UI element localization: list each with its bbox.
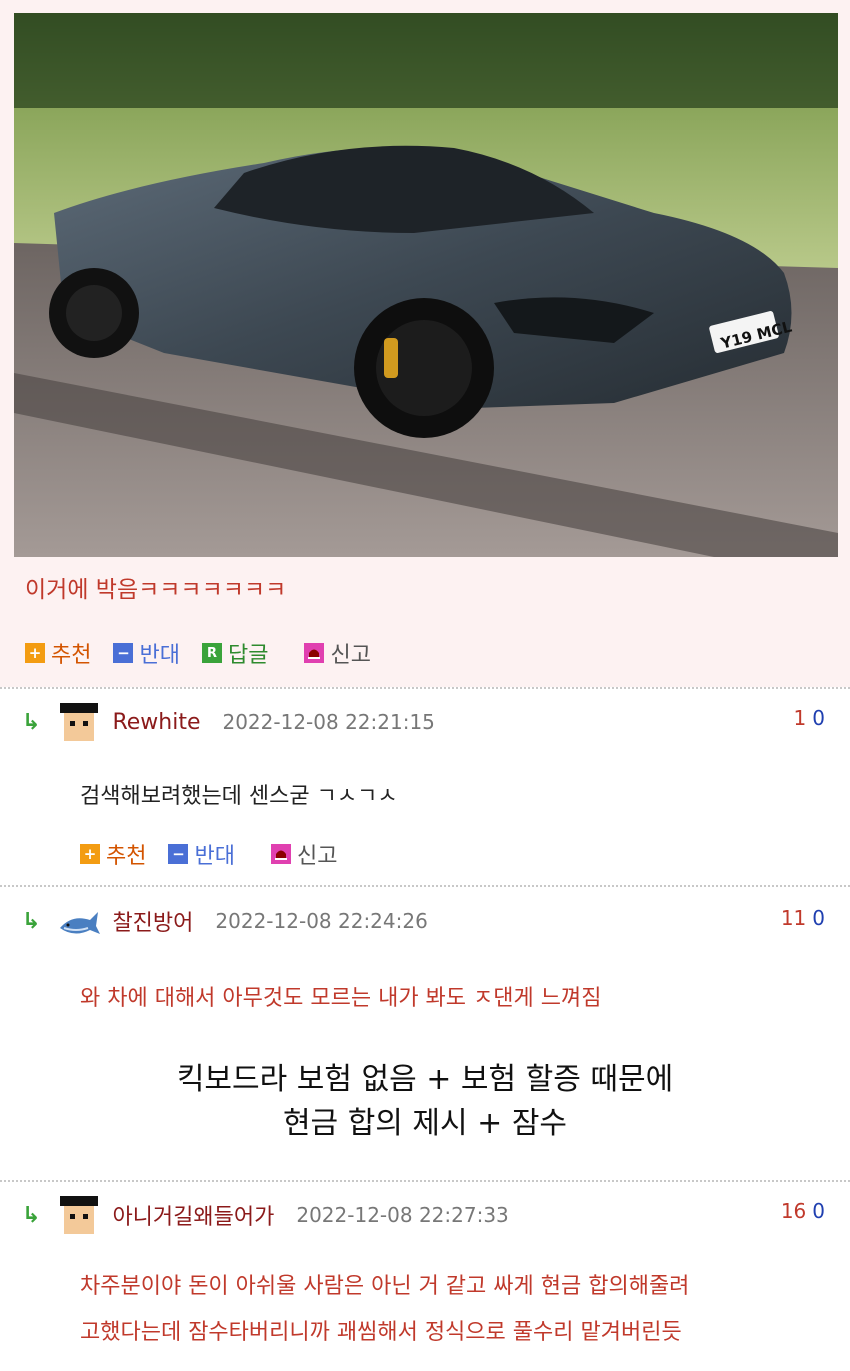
comment-text: 검색해보려했는데 센스굳 ㄱㅅㄱㅅ (80, 784, 398, 809)
comment-header: ↳ 아니거길왜들어가 2022-12-08 22:27:33 (22, 1190, 509, 1240)
downvote-count: 0 (812, 1199, 825, 1223)
comment-date: 2022-12-08 22:24:26 (215, 909, 428, 933)
upvote-count: 11 (780, 906, 807, 930)
comment-author[interactable]: 아니거길왜들어가 (112, 1199, 274, 1231)
caption-line: 현금 합의 제시 + 잠수 (282, 1106, 568, 1141)
siren-icon (270, 844, 291, 864)
reply-arrow-icon: ↳ (22, 1202, 41, 1228)
reply-label: 답글 (227, 643, 269, 668)
post-block: Y19 MCL 이거에 박음ㅋㅋㅋㅋㅋㅋㅋ + 추천 − 반대 R 답글 신고 (0, 0, 850, 687)
report-button[interactable]: 신고 (270, 838, 338, 870)
comment-author[interactable]: 찰진방어 (112, 905, 193, 937)
reply-icon: R (201, 643, 222, 663)
upvote-count: 16 (780, 1199, 807, 1223)
siren-icon (304, 643, 325, 663)
reply-button[interactable]: R 답글 (201, 637, 269, 669)
comment-actions: + 추천 − 반대 신고 (80, 838, 359, 870)
comment-date: 2022-12-08 22:21:15 (222, 710, 435, 734)
post-text: 이거에 박음ㅋㅋㅋㅋㅋㅋㅋ (25, 577, 287, 603)
post-image[interactable]: Y19 MCL (14, 13, 838, 557)
plus-icon: + (80, 844, 100, 864)
comment-text-line: 고했다는데 잠수타버리니까 괘씸해서 정식으로 풀수리 맡겨버린듯 (80, 1320, 682, 1345)
reply-arrow-icon: ↳ (22, 709, 41, 735)
comment-author[interactable]: Rewhite (112, 710, 200, 735)
comment-header: ↳ 찰진방어 2022-12-08 22:24:26 (22, 896, 428, 946)
downvote-count: 0 (812, 706, 825, 730)
report-label: 신고 (296, 844, 338, 869)
upvote-button[interactable]: + 추천 (25, 637, 91, 669)
reply-arrow-icon: ↳ (22, 908, 41, 934)
post-actions: + 추천 − 반대 R 답글 신고 (25, 637, 393, 669)
car-photo: Y19 MCL (14, 13, 838, 557)
upvote-label: 추천 (106, 844, 147, 869)
caption-line: 킥보드라 보험 없음 + 보험 할증 때문에 (176, 1062, 674, 1097)
divider (0, 687, 850, 689)
upvote-count: 1 (793, 706, 807, 730)
downvote-count: 0 (812, 906, 825, 930)
caption: 킥보드라 보험 없음 + 보험 할증 때문에 현금 합의 제시 + 잠수 (0, 1058, 850, 1146)
downvote-label: 반대 (139, 643, 180, 668)
downvote-button[interactable]: − 반대 (168, 838, 235, 870)
divider (0, 885, 850, 887)
vote-count: 10 (794, 706, 825, 730)
vote-count: 16 0 (781, 1199, 825, 1223)
comment-text-line: 차주분이야 돈이 아쉬울 사람은 아닌 거 같고 싸게 현금 합의해줄려 (80, 1274, 690, 1299)
downvote-button[interactable]: − 반대 (113, 637, 180, 669)
downvote-label: 반대 (194, 844, 235, 869)
minus-icon: − (113, 643, 134, 663)
upvote-button[interactable]: + 추천 (80, 838, 146, 870)
minus-icon: − (168, 844, 189, 864)
divider (0, 1180, 850, 1182)
upvote-label: 추천 (51, 643, 92, 668)
comment-text: 와 차에 대해서 아무것도 모르는 내가 봐도 ㅈ댄게 느껴짐 (80, 986, 602, 1011)
plus-icon: + (25, 643, 45, 663)
avatar[interactable] (56, 1192, 102, 1238)
comment-header: ↳ Rewhite 2022-12-08 22:21:15 (22, 697, 435, 747)
avatar[interactable] (56, 699, 102, 745)
report-button[interactable]: 신고 (304, 637, 371, 669)
comment-date: 2022-12-08 22:27:33 (296, 1203, 509, 1227)
report-label: 신고 (330, 643, 371, 668)
fish-avatar[interactable] (56, 898, 102, 944)
vote-count: 11 0 (781, 906, 825, 930)
